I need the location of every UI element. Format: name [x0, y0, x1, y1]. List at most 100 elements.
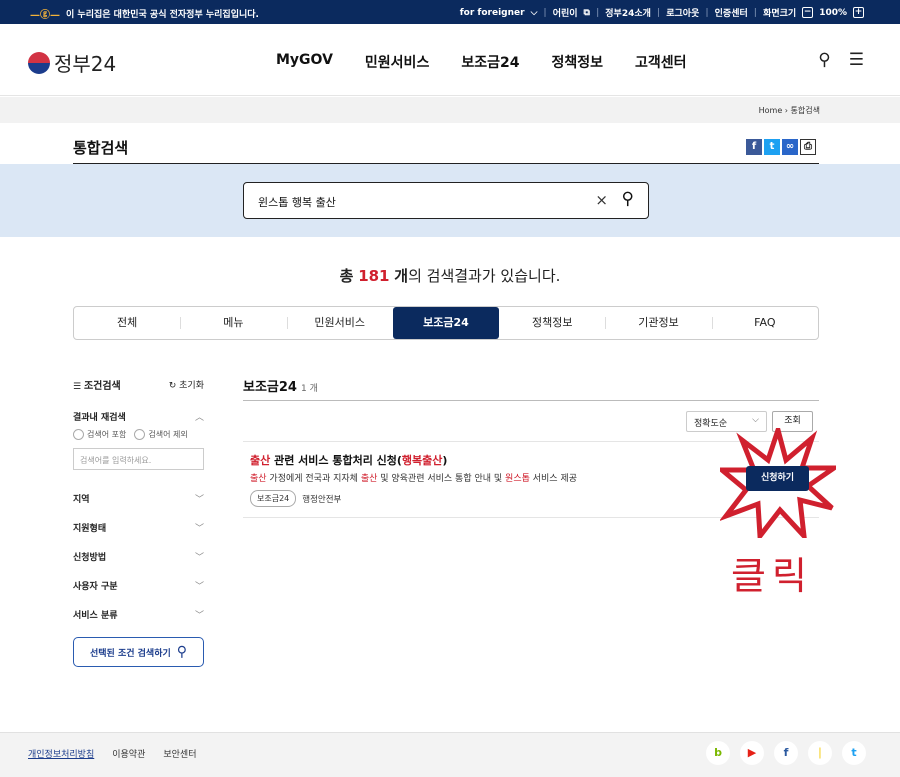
site-footer: 개인정보처리방침 이용약관 보안센터 b ▶ f ❘ t [0, 732, 900, 777]
government-emblem-icon: —ⓖ— [30, 6, 60, 21]
nav-mygov[interactable]: MyGOV [276, 52, 333, 72]
chevron-down-icon: ﹀ [195, 550, 204, 563]
filter-header: ☰ 조건검색 ↻ 초기화 [73, 377, 204, 391]
filter-support-type[interactable]: 지원형태﹀ [73, 513, 204, 542]
share-tools: f t ∞ ⎙ [746, 139, 816, 155]
search-icon: ⚲ [177, 644, 187, 660]
official-notice-text: 이 누리집은 대한민국 공식 전자정부 누리집입니다. [66, 7, 259, 20]
include-label: 검색어 포함 [87, 430, 126, 439]
highlight: 출산 [250, 474, 267, 484]
nav-policy-info[interactable]: 정책정보 [551, 52, 603, 72]
search-icon[interactable]: ⚲ [622, 189, 634, 209]
tab-civil-service[interactable]: 민원서비스 [287, 307, 393, 339]
result-summary: 총 181 개의 검색결과가 있습니다. [0, 265, 900, 286]
chevron-down-icon: ﹀ [195, 521, 204, 534]
official-notice: —ⓖ— 이 누리집은 대한민국 공식 전자정부 누리집입니다. [30, 6, 259, 21]
filter-label: 신청방법 [73, 550, 106, 563]
filter-user-type[interactable]: 사용자 구분 ﹀ [73, 571, 204, 600]
twitter-icon[interactable]: t [764, 139, 780, 155]
reset-button[interactable]: ↻ 초기화 [169, 378, 204, 391]
facebook-icon[interactable]: f [774, 741, 798, 765]
click-annotation: 클릭 [731, 545, 813, 600]
divider: | [657, 8, 660, 18]
link-children[interactable]: 어린이 [553, 6, 578, 19]
filter-service-category[interactable]: 서비스 분류 ﹀ [73, 600, 204, 629]
tab-all[interactable]: 전체 [74, 307, 180, 339]
nav-subsidy24[interactable]: 보조금24 [461, 52, 519, 72]
result-tabs: 전체 메뉴 민원서비스 보조금24 정책정보 기관정보 FAQ [73, 306, 819, 340]
search-input[interactable]: 윈스톱 행복 출산 × ⚲ [243, 182, 649, 219]
external-link-icon: ⧉ [584, 8, 590, 18]
filter-label: 지역 [73, 492, 90, 505]
link-copy-icon[interactable]: ∞ [782, 139, 798, 155]
tab-policy-info[interactable]: 정책정보 [499, 307, 605, 339]
filter-apply-method[interactable]: 신청방법 ﹀ [73, 542, 204, 571]
refine-options: 검색어 포함 검색어 제외 [73, 429, 204, 440]
link-logout[interactable]: 로그아웃 [666, 6, 699, 19]
reset-label: 초기화 [179, 381, 204, 391]
radio-exclude[interactable]: 검색어 제외 [134, 429, 187, 440]
zoom-out-button[interactable]: − [802, 7, 813, 18]
divider: | [596, 8, 599, 18]
menu-icon[interactable]: ☰ [849, 50, 864, 70]
chevron-up-icon: ︿ [195, 410, 204, 423]
filter-label: 사용자 구분 [73, 579, 118, 592]
chevron-down-icon: ﹀ [195, 579, 204, 592]
facebook-icon[interactable]: f [746, 139, 762, 155]
apply-filter-button[interactable]: 선택된 조건 검색하기 ⚲ [73, 637, 204, 667]
apply-filter-label: 선택된 조건 검색하기 [90, 646, 171, 659]
agency-name: 행정안전부 [302, 493, 341, 505]
radio-include[interactable]: 검색어 포함 [73, 429, 126, 440]
screen-size-label: 화면크기 [763, 6, 796, 19]
privacy-policy-link[interactable]: 개인정보처리방침 [28, 747, 94, 760]
kakao-icon[interactable]: ❘ [808, 741, 832, 765]
summary-prefix: 총 [340, 267, 354, 285]
nav-civil-service[interactable]: 민원서비스 [365, 52, 429, 72]
zoom-in-button[interactable]: + [853, 7, 864, 18]
header-actions: ⚲ ☰ [818, 50, 864, 70]
page-title: 통합검색 [73, 137, 128, 158]
filter-label: 서비스 분류 [73, 608, 118, 621]
clear-icon[interactable]: × [595, 191, 608, 209]
desc-text: 서비스 제공 [530, 474, 577, 484]
result-description: 출산 가정에게 전국과 지자체 출산 및 양육관련 서비스 통합 안내 및 원스… [250, 471, 577, 484]
print-icon[interactable]: ⎙ [800, 139, 816, 155]
apply-button[interactable]: 신청하기 [746, 466, 809, 491]
tab-menu[interactable]: 메뉴 [180, 307, 286, 339]
desc-text: 및 양육관련 서비스 통합 안내 및 [377, 474, 505, 484]
blog-icon[interactable]: b [706, 741, 730, 765]
terms-link[interactable]: 이용약관 [112, 747, 145, 760]
zoom-level: 100% [819, 8, 847, 18]
results-title: 보조금24 [243, 380, 297, 395]
chevron-down-icon: ﹀ [195, 492, 204, 505]
breadcrumb: Home › 통합검색 [759, 105, 820, 116]
highlight: 원스톱 [505, 474, 530, 484]
site-logo[interactable]: 정부24 [28, 48, 116, 77]
title-text: 관련 서비스 통합처리 신청( [270, 454, 402, 467]
refine-header[interactable]: 결과내 재검색 ︿ [73, 409, 204, 423]
utility-links: for foreigner⌵ | 어린이⧉ | 정부24소개 | 로그아웃 | … [460, 6, 864, 19]
link-for-foreigner[interactable]: for foreigner [460, 8, 525, 18]
link-auth-center[interactable]: 인증센터 [715, 6, 748, 19]
result-title-link[interactable]: 출산 관련 서비스 통합처리 신청(행복출산) [250, 452, 447, 468]
divider: | [543, 8, 546, 18]
youtube-icon[interactable]: ▶ [740, 741, 764, 765]
tab-subsidy24[interactable]: 보조금24 [393, 307, 499, 339]
tab-faq[interactable]: FAQ [712, 307, 818, 339]
result-count: 181 [358, 267, 389, 285]
twitter-icon[interactable]: t [842, 741, 866, 765]
breadcrumb-bar: Home › 통합검색 [0, 97, 900, 123]
refine-keyword-input[interactable]: 검색어를 입력하세요. [73, 448, 204, 470]
nav-customer-center[interactable]: 고객센터 [635, 52, 687, 72]
security-center-link[interactable]: 보안센터 [163, 747, 196, 760]
results-divider [243, 400, 819, 401]
filter-region[interactable]: 지역 ﹀ [73, 484, 204, 513]
tab-agency-info[interactable]: 기관정보 [605, 307, 711, 339]
link-about[interactable]: 정부24소개 [605, 6, 651, 19]
result-meta: 보조금24 행정안전부 [250, 490, 341, 507]
search-query[interactable]: 윈스톱 행복 출산 [258, 194, 336, 210]
breadcrumb-home[interactable]: Home [759, 106, 783, 115]
chevron-down-icon: ﹀ [195, 608, 204, 621]
search-icon[interactable]: ⚲ [818, 50, 830, 70]
site-header: 정부24 MyGOV 민원서비스 보조금24 정책정보 고객센터 ⚲ ☰ [0, 24, 900, 96]
